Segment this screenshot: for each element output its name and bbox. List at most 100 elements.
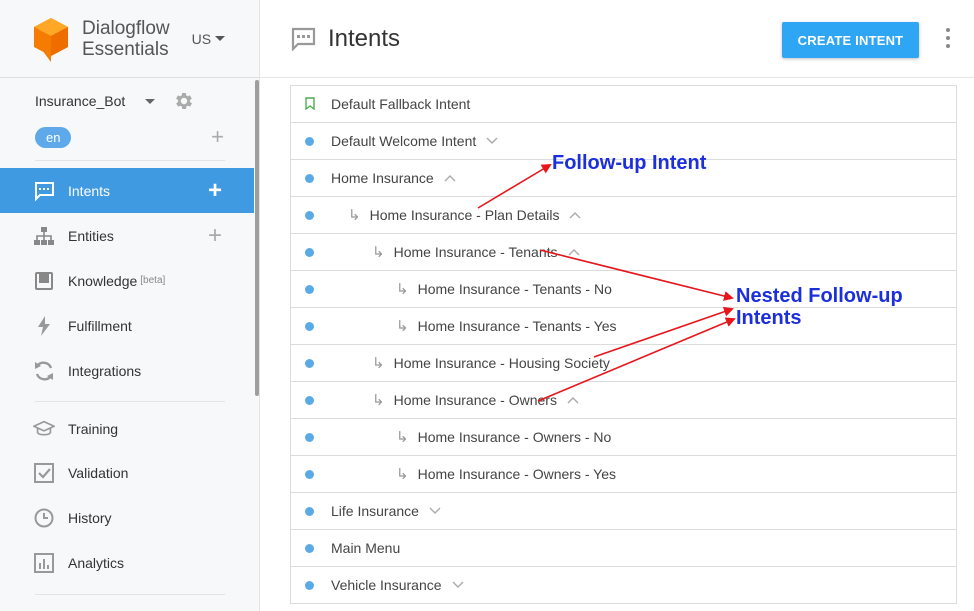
intent-content: ↳ Home Insurance - Owners - No: [396, 428, 611, 446]
bookmark-icon: [305, 97, 315, 110]
create-intent-button[interactable]: CREATE INTENT: [782, 22, 919, 58]
chevron-down-icon[interactable]: [429, 507, 441, 515]
clock-icon: [33, 507, 55, 529]
follow-up-arrow-icon: ↳: [396, 429, 409, 446]
sidebar-item-label: Entities: [68, 227, 114, 244]
page-header: Intents CREATE INTENT: [260, 0, 974, 78]
intent-row[interactable]: Life Insurance: [291, 493, 956, 530]
sidebar-item-integrations[interactable]: Integrations: [0, 348, 254, 393]
intent-status-dot: [305, 137, 314, 146]
chevron-down-icon[interactable]: [486, 137, 498, 145]
intent-row[interactable]: ↳ Home Insurance - Owners - No: [291, 419, 956, 456]
chevron-down-icon[interactable]: [452, 581, 464, 589]
intent-content: ↳ Home Insurance - Tenants: [372, 243, 580, 261]
intent-row[interactable]: ↳ Home Insurance - Tenants: [291, 234, 956, 271]
more-options-icon[interactable]: [944, 28, 952, 48]
intent-row[interactable]: Default Fallback Intent: [291, 86, 956, 123]
sidebar-item-validation[interactable]: Validation: [0, 450, 254, 495]
chevron-up-icon[interactable]: [567, 396, 579, 404]
intent-name[interactable]: Home Insurance - Tenants - No: [418, 281, 612, 297]
chevron-up-icon[interactable]: [444, 174, 456, 182]
intent-row[interactable]: ↳ Home Insurance - Plan Details: [291, 197, 956, 234]
follow-up-arrow-icon: ↳: [396, 281, 409, 298]
add-intent-icon[interactable]: +: [208, 178, 222, 203]
follow-up-arrow-icon: ↳: [372, 355, 385, 372]
intent-name[interactable]: Home Insurance - Owners - Yes: [418, 466, 616, 482]
caret-down-icon: [215, 36, 226, 41]
sidebar-item-fulfillment[interactable]: Fulfillment: [0, 303, 254, 348]
sidebar-scrollbar[interactable]: [255, 80, 259, 396]
sidebar-item-label: Integrations: [68, 362, 142, 379]
chat-bubble-icon: [33, 180, 55, 202]
intent-name[interactable]: Home Insurance - Tenants: [394, 244, 558, 260]
intent-content: Life Insurance: [331, 503, 441, 519]
intent-name[interactable]: Home Insurance - Tenants - Yes: [418, 318, 617, 334]
bar-chart-icon: [33, 552, 55, 574]
intent-name[interactable]: Home Insurance - Plan Details: [370, 207, 560, 223]
divider: [35, 594, 225, 595]
intent-status-dot: [305, 544, 314, 553]
language-row: en +: [35, 126, 230, 148]
caret-down-icon[interactable]: [145, 98, 156, 104]
sidebar-item-label: History: [68, 509, 112, 526]
intent-row[interactable]: ↳ Home Insurance - Owners: [291, 382, 956, 419]
add-language-icon[interactable]: +: [211, 126, 224, 148]
intent-content: ↳ Home Insurance - Housing Society: [372, 354, 610, 372]
annotation-follow-up: Follow-up Intent: [552, 152, 707, 174]
intent-row[interactable]: Vehicle Insurance: [291, 567, 956, 604]
annotation-nested-line2: Intents: [736, 307, 802, 329]
annotation-nested-line1: Nested Follow-up: [736, 285, 903, 307]
intent-status-dot: [305, 285, 314, 294]
intent-row[interactable]: ↳ Home Insurance - Owners - Yes: [291, 456, 956, 493]
intent-row[interactable]: ↳ Home Insurance - Housing Society: [291, 345, 956, 382]
intent-name[interactable]: Home Insurance - Owners - No: [418, 429, 612, 445]
intent-content: ↳ Home Insurance - Tenants - Yes: [396, 317, 617, 335]
follow-up-arrow-icon: ↳: [348, 207, 361, 224]
intent-content: Vehicle Insurance: [331, 577, 464, 593]
chevron-up-icon[interactable]: [568, 248, 580, 256]
graduation-cap-icon: [33, 418, 55, 440]
region-selector[interactable]: US: [192, 31, 226, 47]
annotation-nested: Nested Follow-up Intents: [736, 285, 903, 329]
sidebar-item-label: Analytics: [68, 554, 125, 571]
bolt-icon: [33, 315, 55, 337]
intent-name[interactable]: Main Menu: [331, 540, 400, 556]
gear-icon[interactable]: [173, 90, 195, 112]
intent-name[interactable]: Default Fallback Intent: [331, 96, 470, 112]
brand-bar: Dialogflow Essentials US: [0, 0, 259, 78]
intent-content: Home Insurance: [331, 170, 456, 186]
sidebar-item-label: Validation: [68, 464, 129, 481]
sidebar-item-entities[interactable]: Entities +: [0, 213, 254, 258]
language-chip[interactable]: en: [35, 126, 72, 148]
product-name-line2: Essentials: [82, 38, 169, 60]
checkbox-icon: [33, 462, 55, 484]
intent-name[interactable]: Life Insurance: [331, 503, 419, 519]
sidebar: Dialogflow Essentials US Insurance_Bot e…: [0, 0, 260, 611]
intent-name[interactable]: Home Insurance: [331, 170, 434, 186]
add-entity-icon[interactable]: +: [208, 223, 222, 248]
sync-icon: [33, 360, 55, 382]
intent-status-dot: [305, 174, 314, 183]
sidebar-item-label: Intents: [68, 182, 111, 199]
sidebar-item-knowledge[interactable]: Knowledge [beta]: [0, 258, 254, 303]
intent-name[interactable]: Home Insurance - Owners: [394, 392, 557, 408]
follow-up-arrow-icon: ↳: [396, 466, 409, 483]
beta-badge: [beta]: [140, 275, 166, 286]
sidebar-item-analytics[interactable]: Analytics: [0, 540, 254, 585]
sidebar-item-label: Fulfillment: [68, 317, 132, 334]
agent-selector[interactable]: Insurance_Bot: [35, 90, 230, 112]
intent-row[interactable]: Main Menu: [291, 530, 956, 567]
product-name-line1: Dialogflow: [82, 17, 170, 39]
dialogflow-logo[interactable]: [32, 16, 70, 62]
intent-name[interactable]: Vehicle Insurance: [331, 577, 442, 593]
divider: [35, 160, 225, 161]
intent-name[interactable]: Default Welcome Intent: [331, 133, 476, 149]
sidebar-item-history[interactable]: History: [0, 495, 254, 540]
chevron-up-icon[interactable]: [569, 211, 581, 219]
divider: [35, 401, 225, 402]
page-title: Intents: [328, 24, 401, 52]
intent-content: Default Welcome Intent: [331, 133, 498, 149]
sidebar-item-intents[interactable]: Intents +: [0, 168, 254, 213]
intent-name[interactable]: Home Insurance - Housing Society: [394, 355, 610, 371]
sidebar-item-training[interactable]: Training: [0, 406, 254, 451]
